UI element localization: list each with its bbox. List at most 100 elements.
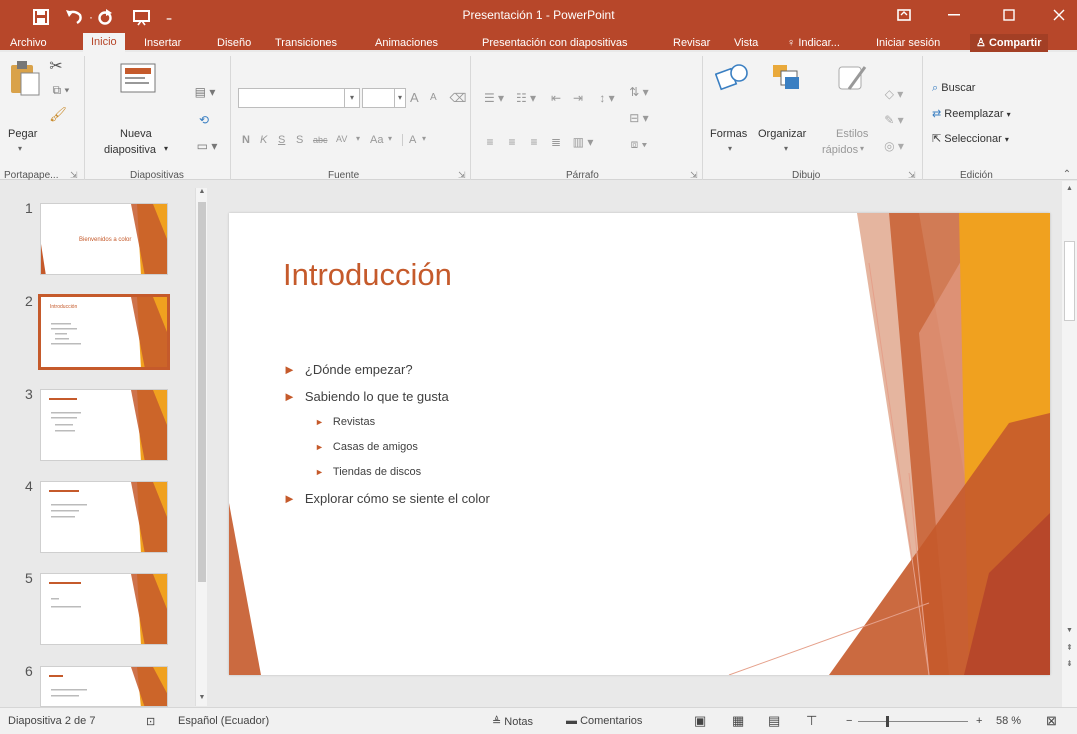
slide-sorter-icon[interactable]: ▦ xyxy=(732,713,744,729)
slide-canvas[interactable]: Introducción ► ¿Dónde empezar? ► Sabiendo … xyxy=(229,213,1050,675)
new-slide-icon[interactable] xyxy=(118,58,158,98)
tab-revisar[interactable]: Revisar xyxy=(673,34,710,52)
bullet-item[interactable]: ► Explorar cómo se siente el color xyxy=(283,491,490,506)
select-button[interactable]: ⇱ Seleccionar ▾ xyxy=(932,132,1009,145)
columns-icon[interactable]: ▥ ▾ xyxy=(570,132,596,152)
maximize-icon[interactable] xyxy=(987,2,1031,28)
align-right-icon[interactable]: ≡ xyxy=(524,132,544,152)
fit-to-window-icon[interactable]: ⊠ xyxy=(1046,713,1057,729)
thumbnail-slide-1[interactable]: Bienvenidos a color xyxy=(40,203,168,275)
language-indicator[interactable]: Español (Ecuador) xyxy=(178,715,269,727)
close-icon[interactable] xyxy=(1037,2,1077,28)
justify-icon[interactable]: ≣ xyxy=(546,132,566,152)
next-slide-icon[interactable]: ⇟ xyxy=(1064,659,1075,671)
thumbnail-slide-2[interactable]: Introducción xyxy=(38,294,170,370)
numbering-icon[interactable]: ☷ ▾ xyxy=(512,88,540,108)
layout-icon[interactable]: ▤ ▾ xyxy=(190,82,220,102)
scroll-down-icon[interactable]: ▼ xyxy=(197,694,207,706)
clipboard-launcher-icon[interactable]: ⇲ xyxy=(70,170,78,181)
scroll-up-icon[interactable]: ▲ xyxy=(1064,185,1075,195)
comments-button[interactable]: ▬ Comentarios xyxy=(566,715,642,727)
thumbnails-scrollbar[interactable]: ▲ ▼ xyxy=(195,188,207,706)
smartart-icon[interactable]: ⧈ ▾ xyxy=(624,134,654,154)
font-color-dropdown-icon[interactable]: ▾ xyxy=(422,134,426,143)
quick-styles-icon[interactable] xyxy=(832,58,872,98)
paragraph-launcher-icon[interactable]: ⇲ xyxy=(690,170,698,181)
scroll-thumb[interactable] xyxy=(198,202,206,582)
shapes-label[interactable]: Formas xyxy=(710,128,747,140)
new-slide-label-2[interactable]: diapositiva xyxy=(104,144,156,156)
change-case-button[interactable]: Aa xyxy=(370,134,383,146)
bullet-item[interactable]: ► Sabiendo lo que te gusta xyxy=(283,389,449,404)
thumbnail-slide-3[interactable] xyxy=(40,389,168,461)
font-launcher-icon[interactable]: ⇲ xyxy=(458,170,466,181)
shapes-icon[interactable] xyxy=(712,58,752,96)
new-slide-dropdown-icon[interactable]: ▾ xyxy=(164,144,168,153)
bullet-item[interactable]: ► Casas de amigos xyxy=(315,441,418,453)
tab-animaciones[interactable]: Animaciones xyxy=(375,34,438,52)
tab-diseno[interactable]: Diseño xyxy=(217,34,251,52)
slide-title[interactable]: Introducción xyxy=(283,257,452,293)
shape-fill-icon[interactable]: ◇ ▾ xyxy=(880,84,908,104)
font-color-button[interactable]: A xyxy=(402,134,416,146)
scroll-thumb[interactable] xyxy=(1064,241,1075,321)
paste-icon[interactable] xyxy=(8,58,42,98)
quick-styles-label-1[interactable]: Estilos xyxy=(836,128,868,140)
previous-slide-icon[interactable]: ⇞ xyxy=(1064,643,1075,655)
section-icon[interactable]: ▭ ▾ xyxy=(192,136,222,156)
scroll-down-icon[interactable]: ▼ xyxy=(1064,627,1075,637)
format-painter-icon[interactable]: 🖌 xyxy=(48,104,68,124)
change-case-dropdown-icon[interactable]: ▾ xyxy=(388,134,392,143)
bullet-item[interactable]: ► ¿Dónde empezar? xyxy=(283,362,413,377)
grow-font-button[interactable]: A xyxy=(410,90,419,105)
tell-me-box[interactable]: ♀ Indicar... xyxy=(787,34,840,52)
reset-icon[interactable]: ⟲ xyxy=(192,110,216,130)
font-size-dropdown-icon[interactable]: ▾ xyxy=(394,88,406,108)
strikethrough-button[interactable]: abc xyxy=(313,135,328,145)
replace-button[interactable]: ⇄ Reemplazar ▾ xyxy=(932,107,1011,120)
paste-label[interactable]: Pegar xyxy=(8,128,37,140)
find-button[interactable]: ⌕ Buscar xyxy=(932,82,975,95)
arrange-dropdown-icon[interactable]: ▾ xyxy=(784,144,788,153)
font-size-input[interactable] xyxy=(362,88,396,108)
shrink-font-button[interactable]: A xyxy=(430,92,437,103)
align-center-icon[interactable]: ≡ xyxy=(502,132,522,152)
align-left-icon[interactable]: ≡ xyxy=(480,132,500,152)
tab-inicio[interactable]: Inicio xyxy=(83,33,125,54)
paste-dropdown-icon[interactable]: ▾ xyxy=(18,144,22,153)
tab-archivo[interactable]: Archivo xyxy=(10,34,47,52)
font-name-dropdown-icon[interactable]: ▾ xyxy=(344,88,360,108)
italic-button[interactable]: K xyxy=(260,134,267,146)
share-button[interactable]: ♙ Compartir xyxy=(970,34,1048,52)
bullet-item[interactable]: ► Revistas xyxy=(315,416,375,428)
collapse-ribbon-icon[interactable]: ⌃ xyxy=(1060,168,1074,180)
copy-icon[interactable]: ⧉ ▾ xyxy=(46,80,76,100)
align-text-icon[interactable]: ⊟ ▾ xyxy=(624,108,654,128)
zoom-level[interactable]: 58 % xyxy=(996,715,1021,727)
bullet-item[interactable]: ► Tiendas de discos xyxy=(315,466,421,478)
notes-button[interactable]: ≜ Notas xyxy=(492,715,533,728)
font-name-input[interactable] xyxy=(238,88,346,108)
shapes-dropdown-icon[interactable]: ▾ xyxy=(728,144,732,153)
zoom-in-button[interactable]: + xyxy=(976,715,982,727)
tab-insertar[interactable]: Insertar xyxy=(144,34,181,52)
zoom-slider-thumb[interactable] xyxy=(886,716,890,727)
thumbnail-slide-6[interactable] xyxy=(40,666,168,707)
character-spacing-button[interactable]: AV xyxy=(336,134,347,144)
spell-check-icon[interactable]: ⊡ xyxy=(146,715,155,728)
underline-button[interactable]: S xyxy=(278,134,285,146)
quick-styles-label-2[interactable]: rápidos xyxy=(822,144,858,156)
increase-indent-icon[interactable]: ⇥ xyxy=(568,88,588,108)
zoom-slider[interactable] xyxy=(858,721,968,722)
ribbon-display-options-icon[interactable] xyxy=(882,2,926,28)
new-slide-label-1[interactable]: Nueva xyxy=(120,128,152,140)
shape-effects-icon[interactable]: ◎ ▾ xyxy=(880,136,908,156)
arrange-label[interactable]: Organizar xyxy=(758,128,806,140)
shadow-button[interactable]: S xyxy=(296,134,303,146)
character-spacing-dropdown-icon[interactable]: ▾ xyxy=(356,134,360,143)
slide-scrollbar[interactable]: ▲ ▼ ⇞ ⇟ xyxy=(1062,181,1077,707)
text-direction-icon[interactable]: ⇅ ▾ xyxy=(624,82,654,102)
tab-vista[interactable]: Vista xyxy=(734,34,758,52)
tab-transiciones[interactable]: Transiciones xyxy=(275,34,337,52)
tab-presentacion[interactable]: Presentación con diapositivas xyxy=(482,34,628,52)
